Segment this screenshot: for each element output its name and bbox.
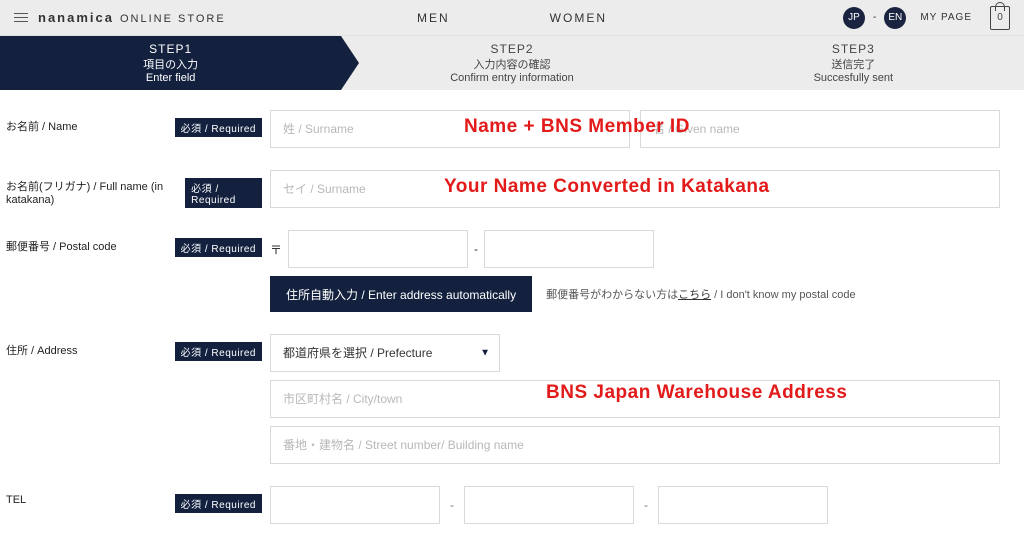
brand-subtitle: ONLINE STORE (120, 13, 226, 25)
step-1-en: Enter field (146, 72, 196, 84)
kana-surname-input[interactable] (270, 170, 1000, 208)
prefecture-select[interactable]: 都道府県を選択 / Prefecture (270, 334, 500, 372)
nav-women[interactable]: WOMEN (550, 11, 607, 25)
postal-helper: 郵便番号がわからない方はこちら / I don't know my postal… (546, 286, 856, 302)
city-input[interactable] (270, 380, 1000, 418)
prefecture-select-wrap[interactable]: 都道府県を選択 / Prefecture ▼ (270, 334, 500, 372)
step-3-en: Succesfully sent (814, 72, 893, 84)
customer-form: お名前 / Name 必須 / Required Name + BNS Memb… (0, 90, 1024, 536)
lang-en-button[interactable]: EN (884, 7, 906, 29)
row-name: お名前 / Name 必須 / Required Name + BNS Memb… (6, 110, 1000, 148)
tel-input-2[interactable] (464, 486, 634, 524)
cart-icon[interactable]: 0 (990, 6, 1010, 30)
label-address: 住所 / Address (6, 342, 78, 358)
tel-dash-1: - (450, 498, 454, 512)
givenname-input[interactable] (640, 110, 1000, 148)
cart-count: 0 (997, 12, 1003, 23)
step-3-jp: 送信完了 (831, 56, 875, 72)
tel-dash-2: - (644, 498, 648, 512)
step-indicator: STEP1 項目の入力 Enter field STEP2 入力内容の確認 Co… (0, 36, 1024, 90)
row-kana: お名前(フリガナ) / Full name (in katakana) 必須 /… (6, 170, 1000, 208)
postal-prefix: 〒 (270, 241, 282, 258)
step-2: STEP2 入力内容の確認 Confirm entry information (341, 36, 682, 90)
lang-dash: - (873, 12, 876, 23)
tel-input-1[interactable] (270, 486, 440, 524)
hamburger-icon[interactable] (14, 13, 28, 22)
postal-input-2[interactable] (484, 230, 654, 268)
postal-input-1[interactable] (288, 230, 468, 268)
row-address: 住所 / Address 必須 / Required 都道府県を選択 / Pre… (6, 334, 1000, 464)
required-badge: 必須 / Required (175, 238, 262, 257)
label-name: お名前 / Name (6, 118, 78, 134)
step-3: STEP3 送信完了 Succesfully sent (683, 36, 1024, 90)
required-badge: 必須 / Required (175, 118, 262, 137)
required-badge: 必須 / Required (175, 342, 262, 361)
step-1: STEP1 項目の入力 Enter field (0, 36, 341, 90)
nav-men[interactable]: MEN (417, 11, 450, 25)
site-logo[interactable]: nanamica ONLINE STORE (38, 10, 226, 25)
step-2-jp: 入力内容の確認 (473, 56, 550, 72)
label-postal: 郵便番号 / Postal code (6, 238, 117, 254)
row-tel: TEL 必須 / Required - - (6, 486, 1000, 524)
step-1-code: STEP1 (149, 42, 192, 56)
mypage-link[interactable]: MY PAGE (920, 12, 972, 23)
row-postal: 郵便番号 / Postal code 必須 / Required 〒 - 住所自… (6, 230, 1000, 312)
step-2-code: STEP2 (490, 42, 533, 56)
postal-helper-link[interactable]: こちら (678, 289, 711, 301)
lang-jp-button[interactable]: JP (843, 7, 865, 29)
required-badge: 必須 / Required (175, 494, 262, 513)
step-2-en: Confirm entry information (450, 72, 574, 84)
header-tools: JP - EN MY PAGE 0 (843, 6, 1010, 30)
surname-input[interactable] (270, 110, 630, 148)
tel-input-3[interactable] (658, 486, 828, 524)
top-bar: nanamica ONLINE STORE MEN WOMEN JP - EN M… (0, 0, 1024, 36)
step-1-jp: 項目の入力 (143, 56, 198, 72)
label-tel: TEL (6, 494, 26, 506)
required-badge: 必須 / Required (185, 178, 262, 208)
auto-address-button[interactable]: 住所自動入力 / Enter address automatically (270, 276, 532, 312)
label-kana: お名前(フリガナ) / Full name (in katakana) (6, 178, 185, 206)
brand-name: nanamica (38, 10, 114, 25)
street-input[interactable] (270, 426, 1000, 464)
step-3-code: STEP3 (832, 42, 875, 56)
postal-dash: - (474, 242, 478, 256)
